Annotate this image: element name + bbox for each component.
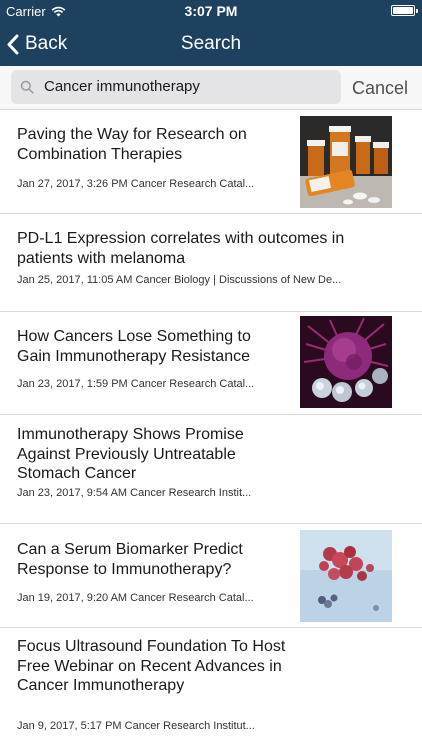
article-meta: Jan 27, 2017, 3:26 PM Cancer Research Ca…: [17, 178, 255, 190]
list-item[interactable]: Focus Ultrasound Foundation To Host Free…: [0, 628, 422, 750]
article-meta: Jan 25, 2017, 11:05 AM Cancer Biology | …: [17, 274, 342, 286]
article-title: Immunotherapy Shows Promise Against Prev…: [17, 426, 244, 482]
cancer-cell-image: [300, 316, 392, 408]
article-title: PD-L1 Expression correlates with outcome…: [17, 230, 345, 267]
list-item[interactable]: Can a Serum Biomarker Predict Response t…: [0, 524, 422, 628]
article-meta: Jan 23, 2017, 1:59 PM Cancer Research Ca…: [17, 378, 255, 390]
navigation-bar: Back Search: [0, 22, 422, 66]
article-title: Focus Ultrasound Foundation To Host Free…: [17, 638, 286, 694]
back-button[interactable]: Back: [6, 22, 67, 66]
search-field[interactable]: Cancer immunotherapy: [11, 70, 341, 104]
list-item[interactable]: How Cancers Lose Something to Gain Immun…: [0, 312, 422, 415]
article-title: How Cancers Lose Something to Gain Immun…: [17, 328, 251, 365]
status-bar: Carrier 3:07 PM: [0, 0, 422, 22]
article-meta: Jan 23, 2017, 9:54 AM Cancer Research In…: [17, 487, 252, 499]
list-item[interactable]: Immunotherapy Shows Promise Against Prev…: [0, 415, 422, 524]
search-bar: Cancer immunotherapy Cancel: [0, 66, 422, 110]
pill-bottles-image: [300, 116, 392, 208]
article-meta: Jan 19, 2017, 9:20 AM Cancer Research Ca…: [17, 592, 254, 604]
cancel-button[interactable]: Cancel: [352, 66, 408, 110]
status-time: 3:07 PM: [184, 3, 238, 19]
article-title: Paving the Way for Research on Combinati…: [17, 126, 247, 163]
search-input[interactable]: Cancer immunotherapy: [44, 70, 200, 104]
article-meta: Jan 9, 2017, 5:17 PM Cancer Research Ins…: [17, 720, 255, 732]
biomarker-molecule-image: [300, 530, 392, 622]
search-icon: [20, 80, 34, 94]
article-title: Can a Serum Biomarker Predict Response t…: [17, 541, 243, 578]
back-label: Back: [25, 33, 68, 54]
battery-icon: [391, 5, 418, 16]
chevron-left-icon: [7, 34, 19, 54]
list-item[interactable]: Paving the Way for Research on Combinati…: [0, 111, 422, 214]
list-item[interactable]: PD-L1 Expression correlates with outcome…: [0, 214, 422, 312]
